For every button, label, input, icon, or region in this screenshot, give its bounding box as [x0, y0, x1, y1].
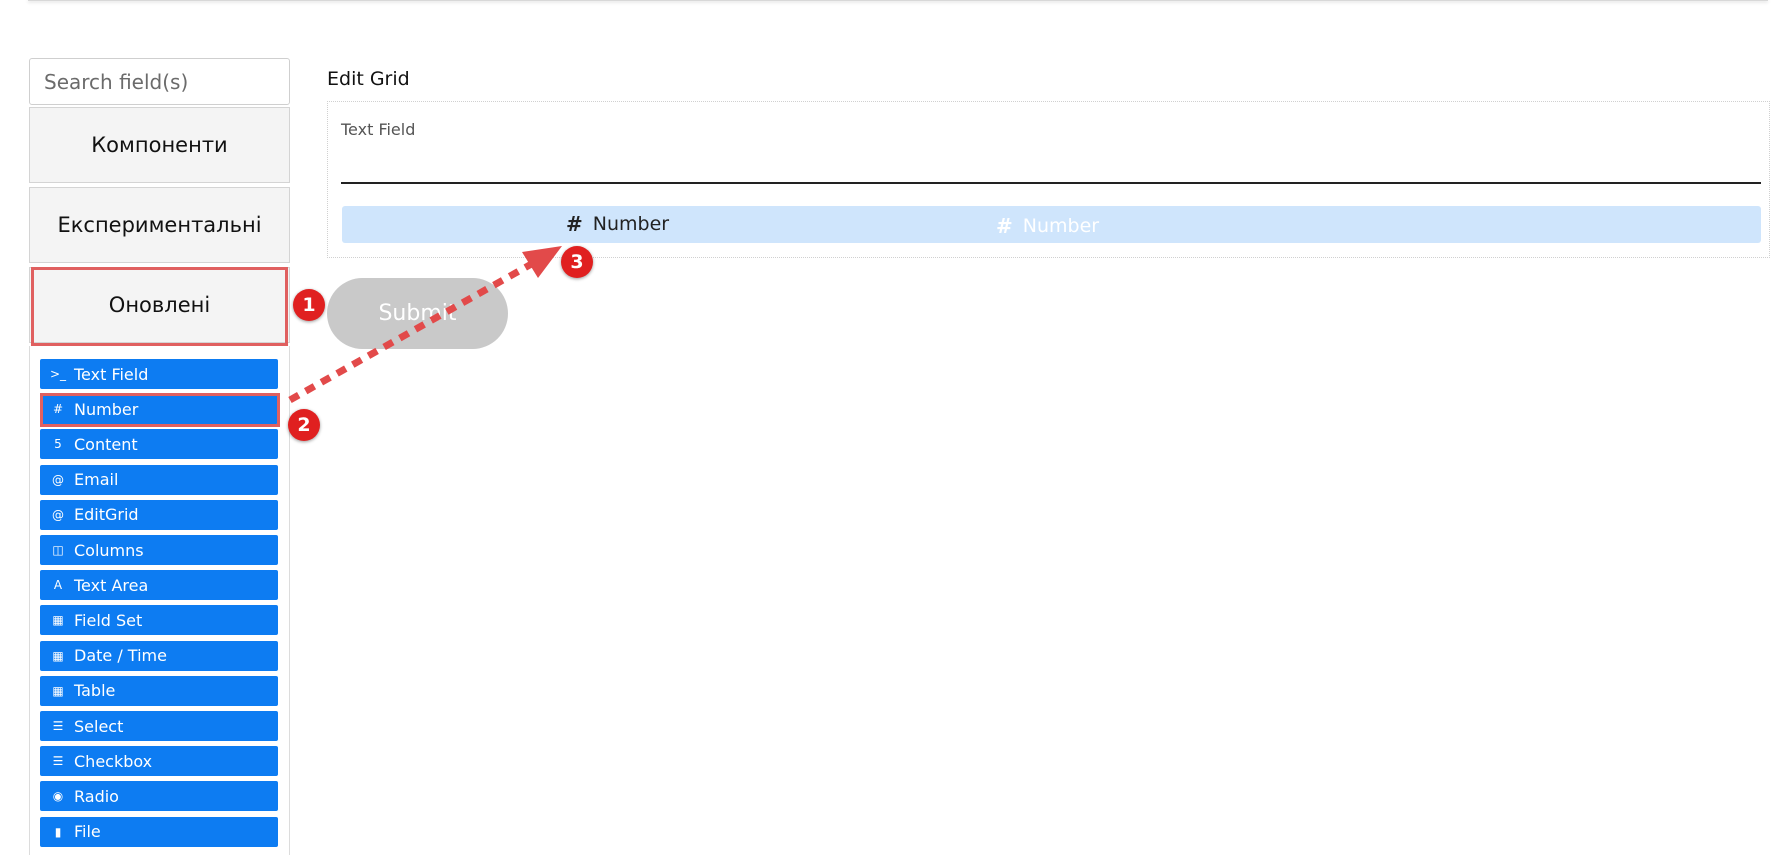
step-marker-3: 3	[561, 246, 593, 278]
component-sidebar: Компоненти Експериментальні Оновлені >_T…	[29, 58, 290, 855]
dot-circle-icon: ◉	[52, 789, 64, 804]
highlight-number-component	[40, 393, 280, 427]
hash-icon: #	[996, 214, 1013, 238]
calendar-icon: ▦	[52, 648, 64, 663]
group-components[interactable]: Компоненти	[29, 107, 290, 183]
group-experimental[interactable]: Експериментальні	[29, 187, 290, 263]
component-columns[interactable]: ◫ Columns	[40, 535, 278, 565]
ghost-number-component: # Number	[996, 214, 1099, 238]
dragged-component-label: Number	[592, 213, 670, 235]
component-label: Text Area	[74, 575, 149, 595]
component-label: Field Set	[74, 610, 143, 630]
font-icon: A	[53, 578, 63, 593]
list-icon: ☰	[52, 719, 64, 733]
component-label: Radio	[74, 786, 119, 806]
component-text-field[interactable]: >_ Text Field	[40, 359, 278, 389]
component-label: Select	[74, 716, 124, 736]
component-label: Table	[74, 681, 116, 701]
dragged-number-component[interactable]: # Number	[566, 212, 669, 236]
component-email[interactable]: @ Email	[40, 464, 278, 495]
terminal-icon: >_	[50, 367, 67, 381]
component-date-time[interactable]: ▦ Date / Time	[40, 640, 278, 671]
component-checkbox[interactable]: ☰ Checkbox	[40, 746, 278, 777]
columns-icon: ◫	[52, 543, 64, 557]
step-marker-2: 2	[288, 409, 320, 441]
table-icon: ▦	[52, 683, 64, 698]
component-select[interactable]: ☰ Select	[40, 711, 278, 741]
ghost-component-label: Number	[1022, 215, 1100, 237]
highlight-group-updated	[31, 267, 288, 346]
component-label: Text Field	[74, 364, 149, 384]
step-marker-1: 1	[293, 289, 325, 321]
submit-button[interactable]: Submit	[327, 278, 508, 349]
component-file[interactable]: ▮ File	[40, 816, 278, 847]
component-field-set[interactable]: ▦ Field Set	[40, 605, 278, 636]
component-label: Email	[74, 470, 119, 490]
component-radio[interactable]: ◉ Radio	[40, 781, 278, 812]
component-table[interactable]: ▦ Table	[40, 675, 278, 706]
hash-icon: #	[566, 212, 583, 236]
text-field-label: Text Field	[341, 120, 416, 139]
top-divider	[28, 0, 1768, 1]
html5-icon: 5	[54, 437, 62, 452]
component-editgrid[interactable]: @ EditGrid	[40, 499, 278, 530]
edit-grid-title: Edit Grid	[327, 68, 410, 90]
file-icon: ▮	[54, 824, 62, 839]
list-icon: ☰	[52, 754, 64, 769]
component-label: Columns	[74, 540, 144, 560]
at-icon: @	[52, 472, 64, 487]
grid-icon: ▦	[52, 613, 64, 628]
component-label: Date / Time	[74, 646, 167, 666]
component-text-area[interactable]: A Text Area	[40, 570, 278, 601]
component-label: Content	[74, 434, 138, 454]
at-icon: @	[52, 507, 64, 522]
component-label: EditGrid	[74, 505, 139, 525]
component-content[interactable]: 5 Content	[40, 429, 278, 460]
component-label: File	[74, 822, 101, 842]
form-builder-page: Компоненти Експериментальні Оновлені >_T…	[0, 0, 1775, 855]
component-label: Checkbox	[74, 751, 153, 771]
text-field-input[interactable]	[341, 182, 1761, 184]
search-input[interactable]	[29, 58, 290, 105]
